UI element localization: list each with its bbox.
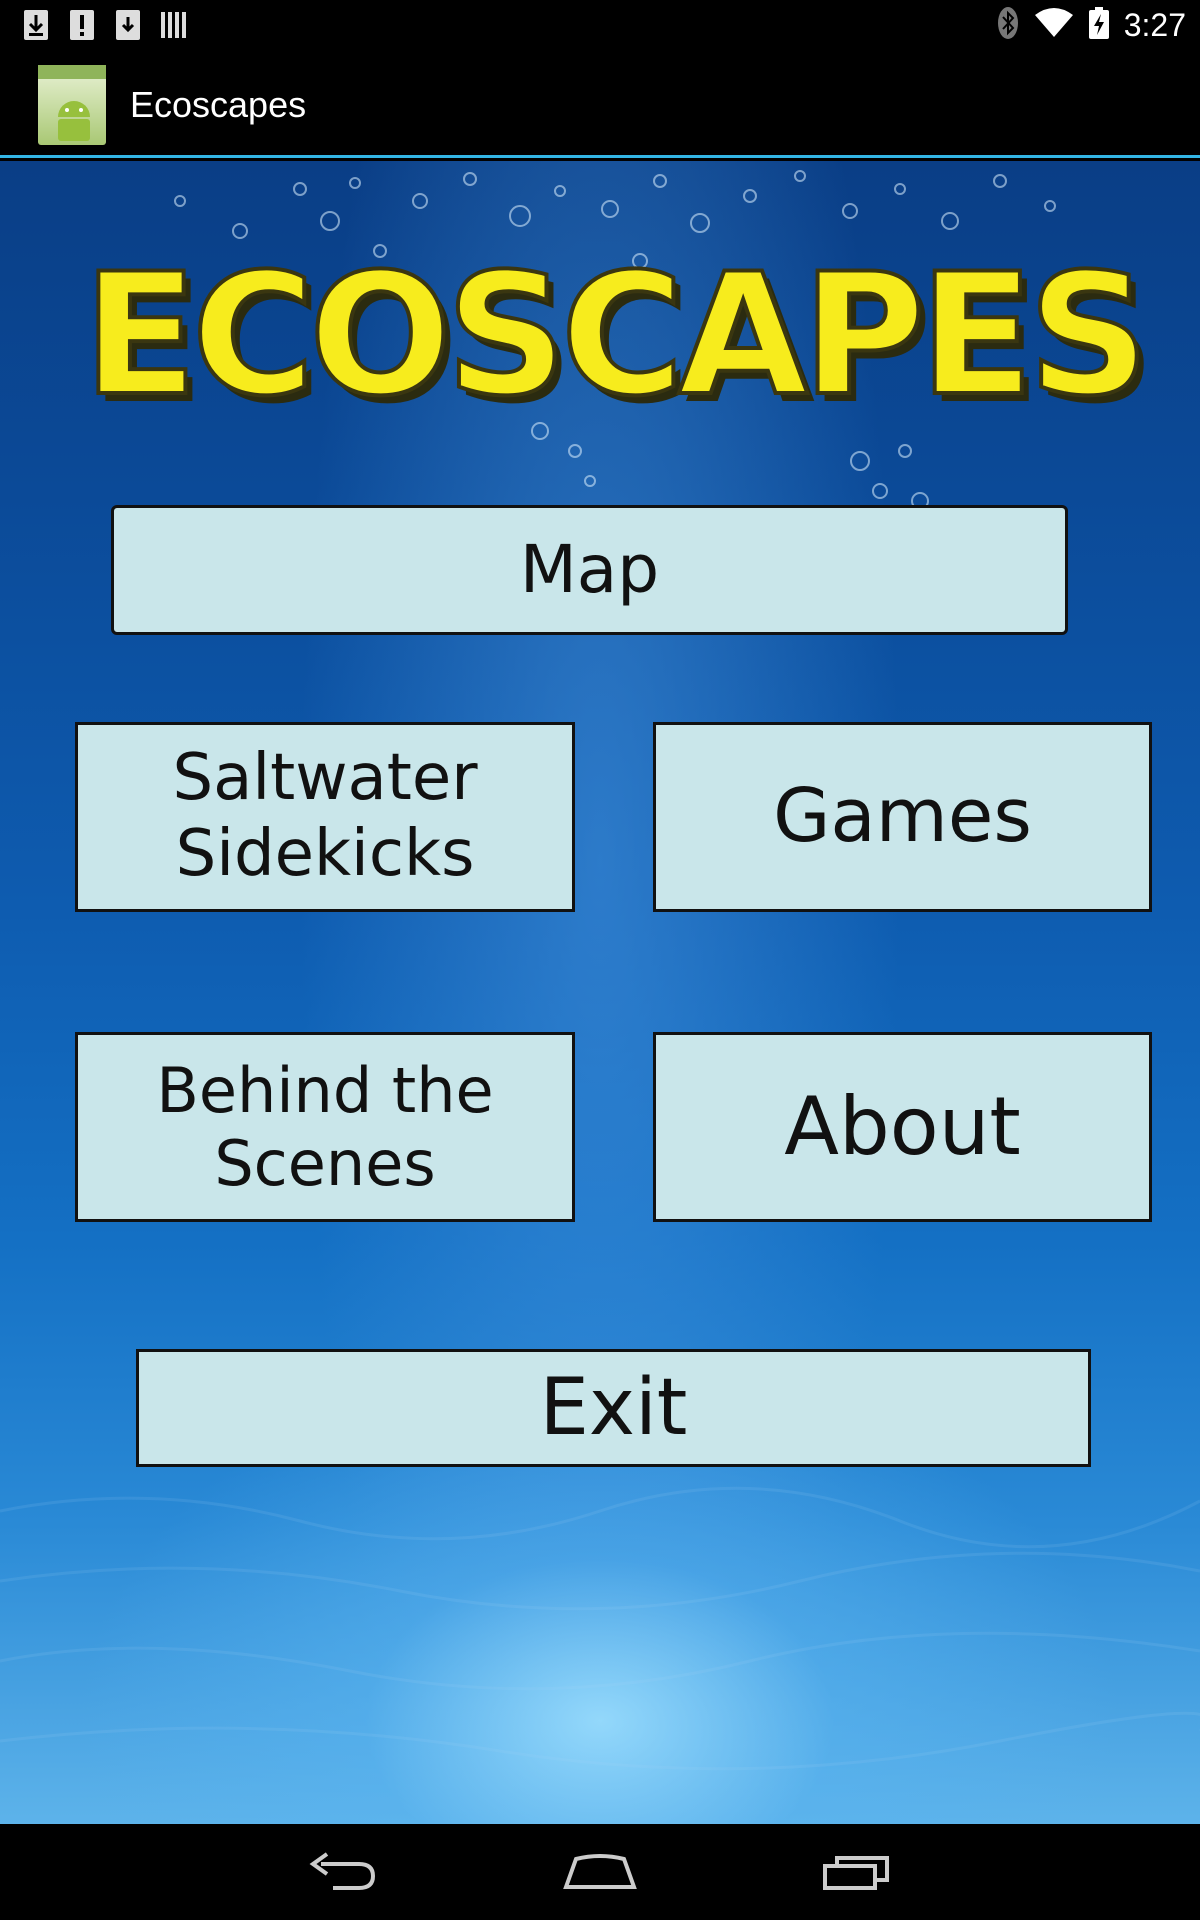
games-button[interactable]: Games bbox=[653, 722, 1152, 912]
system-icons: 3:27 bbox=[996, 0, 1186, 50]
download-icon bbox=[112, 8, 144, 42]
behind-the-scenes-button[interactable]: Behind the Scenes bbox=[75, 1032, 575, 1222]
status-bar: 3:27 bbox=[0, 0, 1200, 50]
wifi-icon bbox=[1034, 7, 1074, 43]
home-icon[interactable] bbox=[555, 1844, 645, 1900]
saltwater-sidekicks-button[interactable]: Saltwater Sidekicks bbox=[75, 722, 575, 912]
ecoscapes-logo: ECOSCAPES ECOSCAPES bbox=[81, 235, 1148, 431]
download-icon bbox=[20, 8, 52, 42]
barcode-icon bbox=[158, 8, 190, 42]
about-button[interactable]: About bbox=[653, 1032, 1152, 1222]
logo-text: ECOSCAPES bbox=[83, 237, 1143, 431]
battery-charging-icon bbox=[1088, 6, 1110, 44]
exit-button[interactable]: Exit bbox=[136, 1349, 1091, 1467]
navigation-bar bbox=[0, 1824, 1200, 1920]
clock: 3:27 bbox=[1123, 6, 1186, 43]
app-title: Ecoscapes bbox=[130, 84, 307, 125]
alert-icon bbox=[66, 8, 98, 42]
map-button[interactable]: Map bbox=[111, 505, 1068, 635]
notification-icons bbox=[20, 8, 190, 42]
action-bar: Ecoscapes bbox=[0, 50, 1200, 158]
bluetooth-icon bbox=[996, 6, 1020, 44]
main-menu: ECOSCAPES ECOSCAPES Map Saltwater Sideki… bbox=[0, 161, 1200, 1824]
back-icon[interactable] bbox=[298, 1844, 388, 1900]
android-app-icon bbox=[38, 65, 106, 145]
recent-apps-icon[interactable] bbox=[812, 1844, 902, 1900]
